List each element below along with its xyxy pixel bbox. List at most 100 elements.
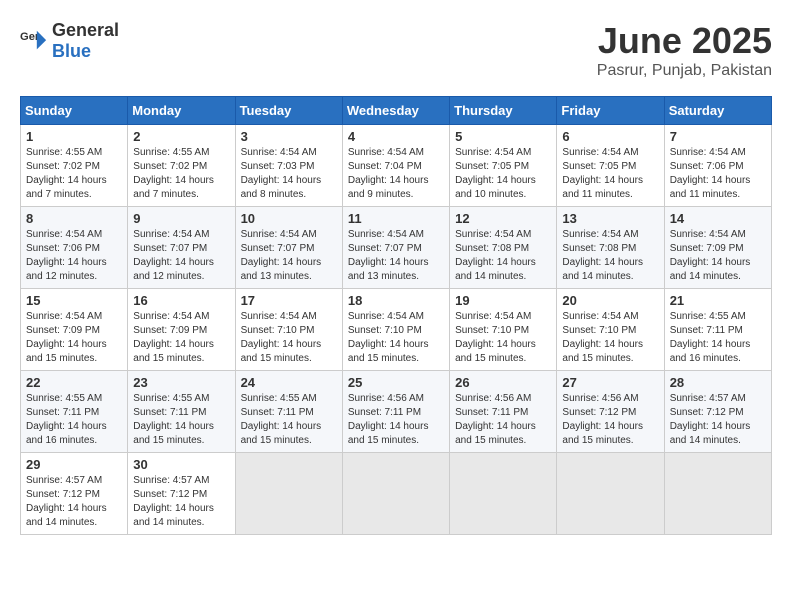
col-header-thursday: Thursday <box>450 97 557 125</box>
calendar-cell: 30 Sunrise: 4:57 AM Sunset: 7:12 PM Dayl… <box>128 453 235 535</box>
day-detail: Sunrise: 4:56 AM Sunset: 7:12 PM Dayligh… <box>562 392 658 448</box>
day-detail: Sunrise: 4:54 AM Sunset: 7:09 PM Dayligh… <box>133 310 229 366</box>
calendar-cell: 23 Sunrise: 4:55 AM Sunset: 7:11 PM Dayl… <box>128 371 235 453</box>
col-header-friday: Friday <box>557 97 664 125</box>
calendar-cell: 2 Sunrise: 4:55 AM Sunset: 7:02 PM Dayli… <box>128 125 235 207</box>
day-detail: Sunrise: 4:54 AM Sunset: 7:06 PM Dayligh… <box>670 146 766 202</box>
day-number: 1 <box>26 129 122 144</box>
calendar-cell: 10 Sunrise: 4:54 AM Sunset: 7:07 PM Dayl… <box>235 207 342 289</box>
day-number: 15 <box>26 293 122 308</box>
calendar-cell: 25 Sunrise: 4:56 AM Sunset: 7:11 PM Dayl… <box>342 371 449 453</box>
calendar-cell: 9 Sunrise: 4:54 AM Sunset: 7:07 PM Dayli… <box>128 207 235 289</box>
calendar-cell <box>342 453 449 535</box>
col-header-sunday: Sunday <box>21 97 128 125</box>
day-detail: Sunrise: 4:54 AM Sunset: 7:07 PM Dayligh… <box>348 228 444 284</box>
calendar-week-row: 22 Sunrise: 4:55 AM Sunset: 7:11 PM Dayl… <box>21 371 772 453</box>
logo: Gen General Blue <box>20 20 119 62</box>
day-detail: Sunrise: 4:54 AM Sunset: 7:10 PM Dayligh… <box>348 310 444 366</box>
calendar-cell: 21 Sunrise: 4:55 AM Sunset: 7:11 PM Dayl… <box>664 289 771 371</box>
calendar-cell: 26 Sunrise: 4:56 AM Sunset: 7:11 PM Dayl… <box>450 371 557 453</box>
day-detail: Sunrise: 4:54 AM Sunset: 7:07 PM Dayligh… <box>133 228 229 284</box>
day-number: 28 <box>670 375 766 390</box>
day-detail: Sunrise: 4:55 AM Sunset: 7:02 PM Dayligh… <box>26 146 122 202</box>
calendar-cell: 1 Sunrise: 4:55 AM Sunset: 7:02 PM Dayli… <box>21 125 128 207</box>
day-number: 17 <box>241 293 337 308</box>
day-detail: Sunrise: 4:54 AM Sunset: 7:09 PM Dayligh… <box>670 228 766 284</box>
day-detail: Sunrise: 4:55 AM Sunset: 7:11 PM Dayligh… <box>670 310 766 366</box>
day-detail: Sunrise: 4:56 AM Sunset: 7:11 PM Dayligh… <box>348 392 444 448</box>
day-detail: Sunrise: 4:56 AM Sunset: 7:11 PM Dayligh… <box>455 392 551 448</box>
day-number: 26 <box>455 375 551 390</box>
calendar-table: SundayMondayTuesdayWednesdayThursdayFrid… <box>20 96 772 535</box>
calendar-cell: 6 Sunrise: 4:54 AM Sunset: 7:05 PM Dayli… <box>557 125 664 207</box>
col-header-wednesday: Wednesday <box>342 97 449 125</box>
col-header-saturday: Saturday <box>664 97 771 125</box>
day-number: 10 <box>241 211 337 226</box>
calendar-cell <box>557 453 664 535</box>
calendar-cell: 5 Sunrise: 4:54 AM Sunset: 7:05 PM Dayli… <box>450 125 557 207</box>
page-header: Gen General Blue June 2025 Pasrur, Punja… <box>20 20 772 80</box>
day-detail: Sunrise: 4:54 AM Sunset: 7:08 PM Dayligh… <box>562 228 658 284</box>
day-detail: Sunrise: 4:57 AM Sunset: 7:12 PM Dayligh… <box>133 474 229 530</box>
calendar-cell: 20 Sunrise: 4:54 AM Sunset: 7:10 PM Dayl… <box>557 289 664 371</box>
day-detail: Sunrise: 4:54 AM Sunset: 7:06 PM Dayligh… <box>26 228 122 284</box>
day-number: 7 <box>670 129 766 144</box>
day-detail: Sunrise: 4:54 AM Sunset: 7:09 PM Dayligh… <box>26 310 122 366</box>
day-number: 16 <box>133 293 229 308</box>
day-number: 2 <box>133 129 229 144</box>
day-number: 5 <box>455 129 551 144</box>
day-number: 3 <box>241 129 337 144</box>
day-number: 20 <box>562 293 658 308</box>
day-number: 19 <box>455 293 551 308</box>
logo-text-general: General <box>52 20 119 40</box>
month-title: June 2025 <box>597 20 772 62</box>
calendar-cell: 28 Sunrise: 4:57 AM Sunset: 7:12 PM Dayl… <box>664 371 771 453</box>
calendar-cell <box>235 453 342 535</box>
day-number: 25 <box>348 375 444 390</box>
day-number: 9 <box>133 211 229 226</box>
day-detail: Sunrise: 4:55 AM Sunset: 7:11 PM Dayligh… <box>26 392 122 448</box>
calendar-cell: 18 Sunrise: 4:54 AM Sunset: 7:10 PM Dayl… <box>342 289 449 371</box>
day-number: 4 <box>348 129 444 144</box>
day-detail: Sunrise: 4:54 AM Sunset: 7:04 PM Dayligh… <box>348 146 444 202</box>
day-detail: Sunrise: 4:54 AM Sunset: 7:10 PM Dayligh… <box>455 310 551 366</box>
calendar-cell: 15 Sunrise: 4:54 AM Sunset: 7:09 PM Dayl… <box>21 289 128 371</box>
day-detail: Sunrise: 4:54 AM Sunset: 7:10 PM Dayligh… <box>241 310 337 366</box>
day-number: 21 <box>670 293 766 308</box>
logo-text-blue: Blue <box>52 41 91 61</box>
logo-icon: Gen <box>20 27 48 55</box>
day-number: 29 <box>26 457 122 472</box>
day-number: 30 <box>133 457 229 472</box>
calendar-cell <box>450 453 557 535</box>
calendar-cell: 12 Sunrise: 4:54 AM Sunset: 7:08 PM Dayl… <box>450 207 557 289</box>
calendar-cell: 4 Sunrise: 4:54 AM Sunset: 7:04 PM Dayli… <box>342 125 449 207</box>
day-detail: Sunrise: 4:54 AM Sunset: 7:03 PM Dayligh… <box>241 146 337 202</box>
calendar-cell: 24 Sunrise: 4:55 AM Sunset: 7:11 PM Dayl… <box>235 371 342 453</box>
calendar-cell: 11 Sunrise: 4:54 AM Sunset: 7:07 PM Dayl… <box>342 207 449 289</box>
day-detail: Sunrise: 4:55 AM Sunset: 7:02 PM Dayligh… <box>133 146 229 202</box>
calendar-cell: 17 Sunrise: 4:54 AM Sunset: 7:10 PM Dayl… <box>235 289 342 371</box>
day-number: 14 <box>670 211 766 226</box>
day-number: 24 <box>241 375 337 390</box>
calendar-cell: 29 Sunrise: 4:57 AM Sunset: 7:12 PM Dayl… <box>21 453 128 535</box>
day-number: 11 <box>348 211 444 226</box>
day-detail: Sunrise: 4:55 AM Sunset: 7:11 PM Dayligh… <box>241 392 337 448</box>
calendar-cell: 7 Sunrise: 4:54 AM Sunset: 7:06 PM Dayli… <box>664 125 771 207</box>
calendar-cell: 8 Sunrise: 4:54 AM Sunset: 7:06 PM Dayli… <box>21 207 128 289</box>
day-detail: Sunrise: 4:57 AM Sunset: 7:12 PM Dayligh… <box>26 474 122 530</box>
calendar-cell: 3 Sunrise: 4:54 AM Sunset: 7:03 PM Dayli… <box>235 125 342 207</box>
calendar-week-row: 1 Sunrise: 4:55 AM Sunset: 7:02 PM Dayli… <box>21 125 772 207</box>
calendar-cell: 16 Sunrise: 4:54 AM Sunset: 7:09 PM Dayl… <box>128 289 235 371</box>
day-number: 23 <box>133 375 229 390</box>
col-header-tuesday: Tuesday <box>235 97 342 125</box>
day-number: 22 <box>26 375 122 390</box>
calendar-week-row: 15 Sunrise: 4:54 AM Sunset: 7:09 PM Dayl… <box>21 289 772 371</box>
calendar-cell: 22 Sunrise: 4:55 AM Sunset: 7:11 PM Dayl… <box>21 371 128 453</box>
calendar-week-row: 29 Sunrise: 4:57 AM Sunset: 7:12 PM Dayl… <box>21 453 772 535</box>
title-block: June 2025 Pasrur, Punjab, Pakistan <box>597 20 772 80</box>
day-detail: Sunrise: 4:54 AM Sunset: 7:10 PM Dayligh… <box>562 310 658 366</box>
day-detail: Sunrise: 4:55 AM Sunset: 7:11 PM Dayligh… <box>133 392 229 448</box>
day-detail: Sunrise: 4:54 AM Sunset: 7:05 PM Dayligh… <box>455 146 551 202</box>
day-number: 12 <box>455 211 551 226</box>
calendar-week-row: 8 Sunrise: 4:54 AM Sunset: 7:06 PM Dayli… <box>21 207 772 289</box>
